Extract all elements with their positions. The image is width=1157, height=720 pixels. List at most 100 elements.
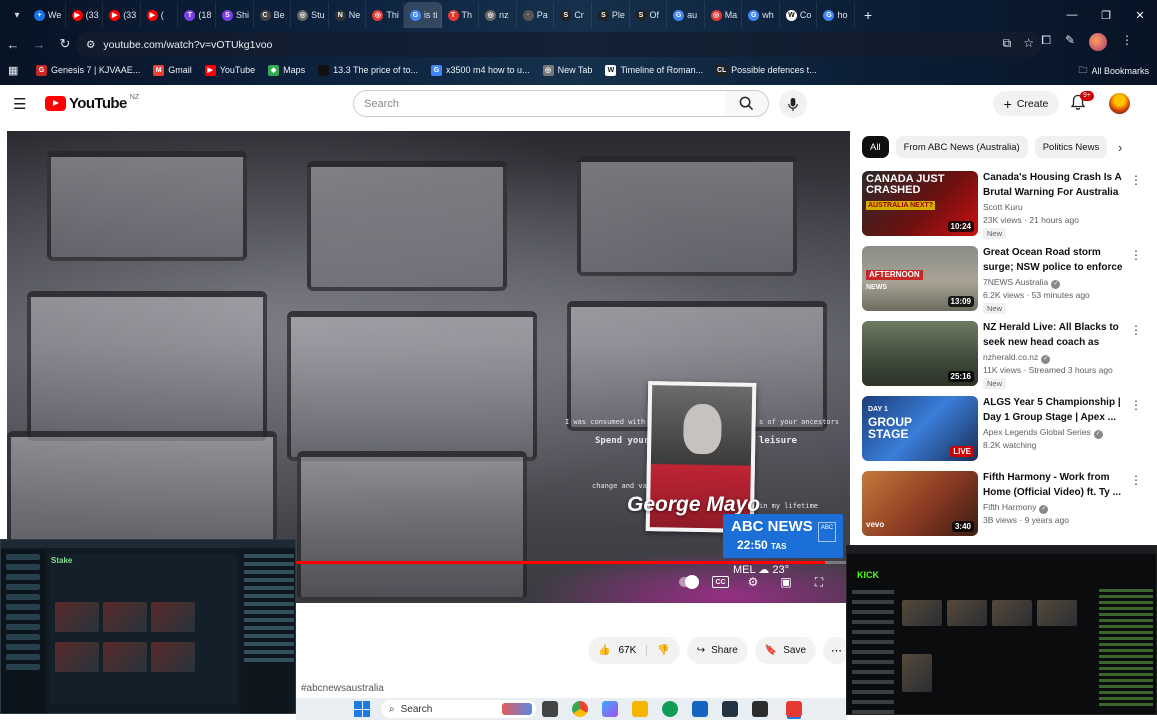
windows-start-icon[interactable] xyxy=(354,701,370,717)
recommended-video[interactable]: 25:16 NZ Herald Live: All Blacks to seek … xyxy=(862,321,1147,396)
video-title[interactable]: ALGS Year 5 Championship | Day 1 Group S… xyxy=(983,396,1125,425)
captions-icon[interactable]: CC xyxy=(712,576,729,588)
browser-tab[interactable]: · Pa xyxy=(517,2,555,28)
site-info-icon[interactable]: ⚙ xyxy=(86,39,95,51)
recommended-video[interactable]: CANADA JUST CRASHED AUSTRALIA NEXT? 10:24 C… xyxy=(862,171,1147,246)
dislike-button[interactable]: 👎 xyxy=(647,645,679,656)
edge-icon[interactable] xyxy=(662,701,678,717)
bookmark-item[interactable]: ◆ Maps xyxy=(268,64,305,76)
channel-name[interactable]: 7NEWS Australia ✓ xyxy=(983,277,1061,289)
task-view-icon[interactable] xyxy=(542,701,558,717)
search-input[interactable]: Search xyxy=(353,90,726,117)
bookmark-star-icon[interactable]: ☆ xyxy=(1023,36,1034,51)
recommended-video[interactable]: GROUP STAGE DAY 1 LIVE ALGS Year 5 Champion… xyxy=(862,396,1147,471)
filter-chip[interactable]: Politics News xyxy=(1034,136,1108,158)
browser-tab[interactable]: ◎ Stu xyxy=(291,2,329,28)
maximize-button[interactable]: ❐ xyxy=(1089,0,1123,30)
install-app-icon[interactable]: ⧉ xyxy=(1003,36,1012,51)
video-title[interactable]: NZ Herald Live: All Blacks to seek new h… xyxy=(983,321,1125,350)
settings-gear-icon[interactable]: ⚙ xyxy=(744,574,762,590)
account-avatar[interactable] xyxy=(1109,93,1130,114)
extensions-icon[interactable]: ⧠ xyxy=(1041,33,1051,51)
browser-menu-icon[interactable]: ⋮ xyxy=(1121,33,1133,51)
browser-tab[interactable]: T Th xyxy=(442,2,480,28)
browser-tab[interactable]: N Ne xyxy=(329,2,367,28)
create-button[interactable]: + Create xyxy=(993,91,1059,116)
browser-tab[interactable]: ◎ Thi xyxy=(366,2,404,28)
bookmark-item[interactable]: ▶ YouTube xyxy=(204,64,255,76)
recommended-video[interactable]: AFTERNOON NEWS 13:09 Great Ocean Road storm… xyxy=(862,246,1147,321)
browser-tab[interactable]: Gis ti xyxy=(403,2,442,28)
bookmark-item[interactable]: CL Possible defences t... xyxy=(716,64,817,76)
youtube-logo[interactable]: YouTube NZ xyxy=(45,94,139,112)
video-title[interactable]: Canada's Housing Crash Is A Brutal Warni… xyxy=(983,171,1125,200)
profile-avatar[interactable] xyxy=(1089,33,1107,51)
autoplay-toggle[interactable] xyxy=(679,574,699,590)
browser-tab[interactable]: + We xyxy=(28,2,66,28)
browser-tab[interactable]: Gho xyxy=(817,2,856,28)
voice-search-button[interactable] xyxy=(779,90,807,118)
browser-tab[interactable]: C Be xyxy=(254,2,292,28)
pip-window-right[interactable]: KICK xyxy=(846,545,1157,715)
tab-search-icon[interactable]: ▾ xyxy=(6,4,28,26)
fullscreen-icon[interactable]: ⛶ xyxy=(810,574,828,590)
browser-tab[interactable]: Gwh xyxy=(742,2,780,28)
video-thumbnail[interactable]: vevo 3:40 xyxy=(862,471,978,536)
all-bookmarks[interactable]: 🗀 All Bookmarks xyxy=(1078,63,1149,79)
browser-tab[interactable]: S Shi xyxy=(216,2,254,28)
channel-name[interactable]: nzherald.co.nz ✓ xyxy=(983,352,1051,364)
more-options-icon[interactable]: ⋮ xyxy=(1130,173,1142,187)
channel-name[interactable]: Fifth Harmony ✓ xyxy=(983,502,1049,514)
channel-name[interactable]: Apex Legends Global Series ✓ xyxy=(983,427,1103,439)
minimize-button[interactable]: — xyxy=(1055,0,1089,30)
browser-tab[interactable]: ▶ (33 xyxy=(103,2,141,28)
more-options-icon[interactable]: ⋮ xyxy=(1130,473,1142,487)
outlook-icon[interactable] xyxy=(692,701,708,717)
browser-tab[interactable]: ▶( xyxy=(141,2,179,28)
taskbar-search[interactable]: ⌕ Search xyxy=(381,700,536,718)
browser-tab[interactable]: ◎ nz xyxy=(479,2,517,28)
video-title[interactable]: Great Ocean Road storm surge; NSW police… xyxy=(983,246,1125,275)
terminal-icon[interactable] xyxy=(752,701,768,717)
bookmark-item[interactable]: G Genesis 7 | KJVAAE... xyxy=(36,64,140,76)
miniplayer-icon[interactable]: ▣ xyxy=(777,574,795,590)
back-button[interactable]: ← xyxy=(0,31,26,57)
calculator-icon[interactable] xyxy=(722,701,738,717)
bookmark-item[interactable]: M Gmail xyxy=(153,64,192,76)
close-window-button[interactable]: ✕ xyxy=(1123,0,1157,30)
reload-button[interactable]: ↻ xyxy=(52,31,78,57)
browser-tab[interactable]: ◎ Ma xyxy=(705,2,743,28)
chrome-icon[interactable] xyxy=(572,701,588,717)
more-options-icon[interactable]: ⋮ xyxy=(1130,398,1142,412)
menu-icon[interactable]: ☰ xyxy=(13,95,26,113)
video-thumbnail[interactable]: 25:16 xyxy=(862,321,978,386)
video-thumbnail[interactable]: GROUP STAGE DAY 1 LIVE xyxy=(862,396,978,461)
video-player[interactable]: I was consumed with s of your ancestors … xyxy=(7,131,850,603)
forward-button[interactable]: → xyxy=(26,31,52,57)
more-options-icon[interactable]: ⋮ xyxy=(1130,248,1142,262)
bookmark-item[interactable]: Gx3500 m4 how to u... xyxy=(431,64,530,76)
apps-grid-icon[interactable]: ▦ xyxy=(8,64,22,77)
new-tab-button[interactable]: + xyxy=(855,7,881,23)
file-explorer-icon[interactable] xyxy=(632,701,648,717)
hashtag-link[interactable]: #abcnewsaustralia xyxy=(301,683,384,694)
address-bar[interactable]: ⚙ youtube.com/watch?v=vOTUkg1voo ⧉ ☆ xyxy=(76,32,1042,57)
copilot-icon[interactable] xyxy=(602,701,618,717)
filter-chip[interactable]: From ABC News (Australia) xyxy=(895,136,1028,158)
recommended-video[interactable]: vevo 3:40 Fifth Harmony - Work from Home (… xyxy=(862,471,1147,544)
pip-window-left[interactable]: Stake xyxy=(0,539,296,714)
filter-chip[interactable]: All xyxy=(862,136,889,158)
notifications-button[interactable]: 9+ xyxy=(1070,91,1094,116)
like-button[interactable]: 👍 67K xyxy=(588,645,648,656)
video-thumbnail[interactable]: CANADA JUST CRASHED AUSTRALIA NEXT? 10:24 xyxy=(862,171,978,236)
active-app-icon[interactable] xyxy=(786,701,802,717)
share-button[interactable]: ↪ Share xyxy=(686,637,748,664)
save-button[interactable]: 🔖 Save xyxy=(754,637,817,664)
bookmark-item[interactable]: ◎ New Tab xyxy=(542,64,592,76)
browser-tab[interactable]: T (18 xyxy=(178,2,216,28)
browser-tab[interactable]: S Ple xyxy=(592,2,630,28)
video-thumbnail[interactable]: AFTERNOON NEWS 13:09 xyxy=(862,246,978,311)
browser-tab[interactable]: S Of xyxy=(630,2,668,28)
bookmark-item[interactable]: W Timeline of Roman... xyxy=(605,64,703,76)
search-button[interactable] xyxy=(725,90,769,117)
